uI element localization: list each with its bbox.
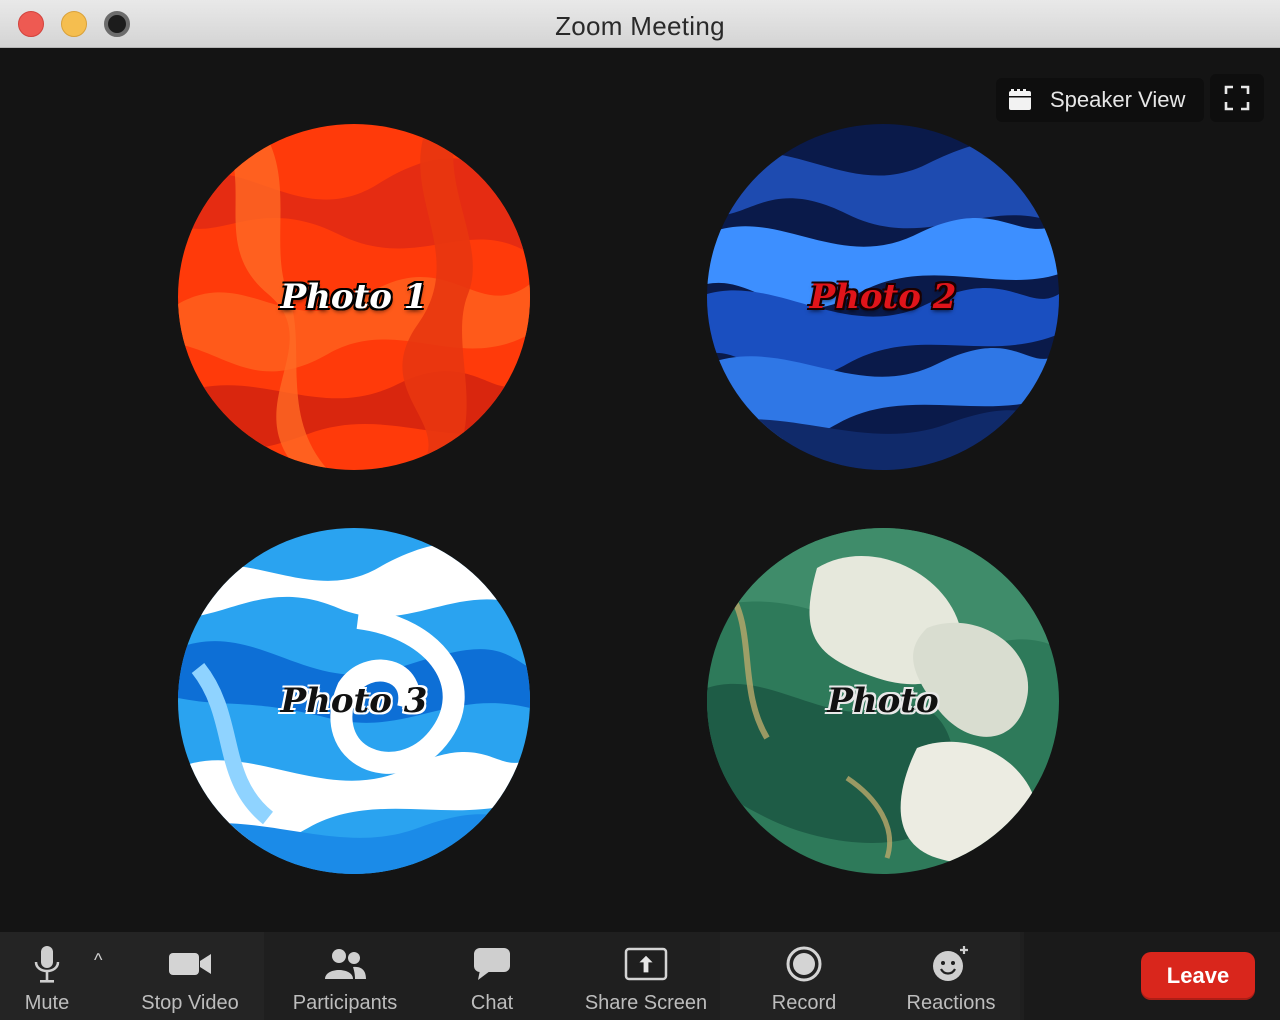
- meeting-toolbar: Mute Stop Video Participants Chat Share …: [0, 932, 1280, 1020]
- participant-3-name: Photo 3: [280, 681, 428, 721]
- share-screen-icon: [624, 947, 668, 981]
- leave-button[interactable]: Leave: [1141, 952, 1255, 1000]
- share-screen-button[interactable]: Share Screen: [574, 932, 718, 1020]
- stop-video-label: Stop Video: [141, 992, 239, 1014]
- share-screen-label: Share Screen: [584, 992, 708, 1014]
- record-button[interactable]: Record: [756, 932, 852, 1020]
- smiley-plus-icon: [933, 946, 968, 981]
- reactions-button[interactable]: Reactions: [894, 932, 1008, 1020]
- microphone-icon: [34, 946, 60, 983]
- video-camera-icon: [169, 953, 211, 975]
- grid-icon: [1009, 89, 1031, 110]
- title-bar: Zoom Meeting: [0, 0, 1280, 48]
- participant-tile-2[interactable]: Photo 2: [707, 124, 1059, 470]
- audio-options-caret[interactable]: ^: [94, 950, 102, 971]
- record-icon: [786, 946, 822, 982]
- participant-tile-1[interactable]: Photo 1: [178, 124, 530, 470]
- speaker-view-label: Speaker View: [1050, 87, 1186, 112]
- participant-tile-4[interactable]: Photo: [707, 528, 1059, 874]
- participant-1-name: Photo 1: [280, 277, 428, 317]
- people-icon: [325, 949, 366, 979]
- participant-4-name: Photo: [827, 681, 939, 721]
- participants-button[interactable]: Participants: [280, 932, 410, 1020]
- chat-bubble-icon: [474, 948, 510, 980]
- zoom-window: Zoom Meeting Speaker View Photo 1 Photo …: [0, 0, 1280, 1020]
- participant-2-name: Photo 2: [809, 277, 957, 317]
- participants-label: Participants: [292, 992, 398, 1014]
- mute-label: Mute: [24, 992, 70, 1014]
- record-label: Record: [771, 992, 837, 1014]
- participant-tile-3[interactable]: Photo 3: [178, 528, 530, 874]
- reactions-label: Reactions: [906, 992, 996, 1014]
- chat-label: Chat: [470, 992, 514, 1014]
- chat-button[interactable]: Chat: [452, 932, 532, 1020]
- mute-button[interactable]: Mute: [10, 932, 84, 1020]
- stop-video-button[interactable]: Stop Video: [126, 932, 254, 1020]
- window-title: Zoom Meeting: [555, 11, 725, 41]
- speaker-view-button[interactable]: Speaker View: [996, 78, 1204, 122]
- fullscreen-icon: [1224, 85, 1250, 111]
- fullscreen-button[interactable]: [1210, 74, 1264, 122]
